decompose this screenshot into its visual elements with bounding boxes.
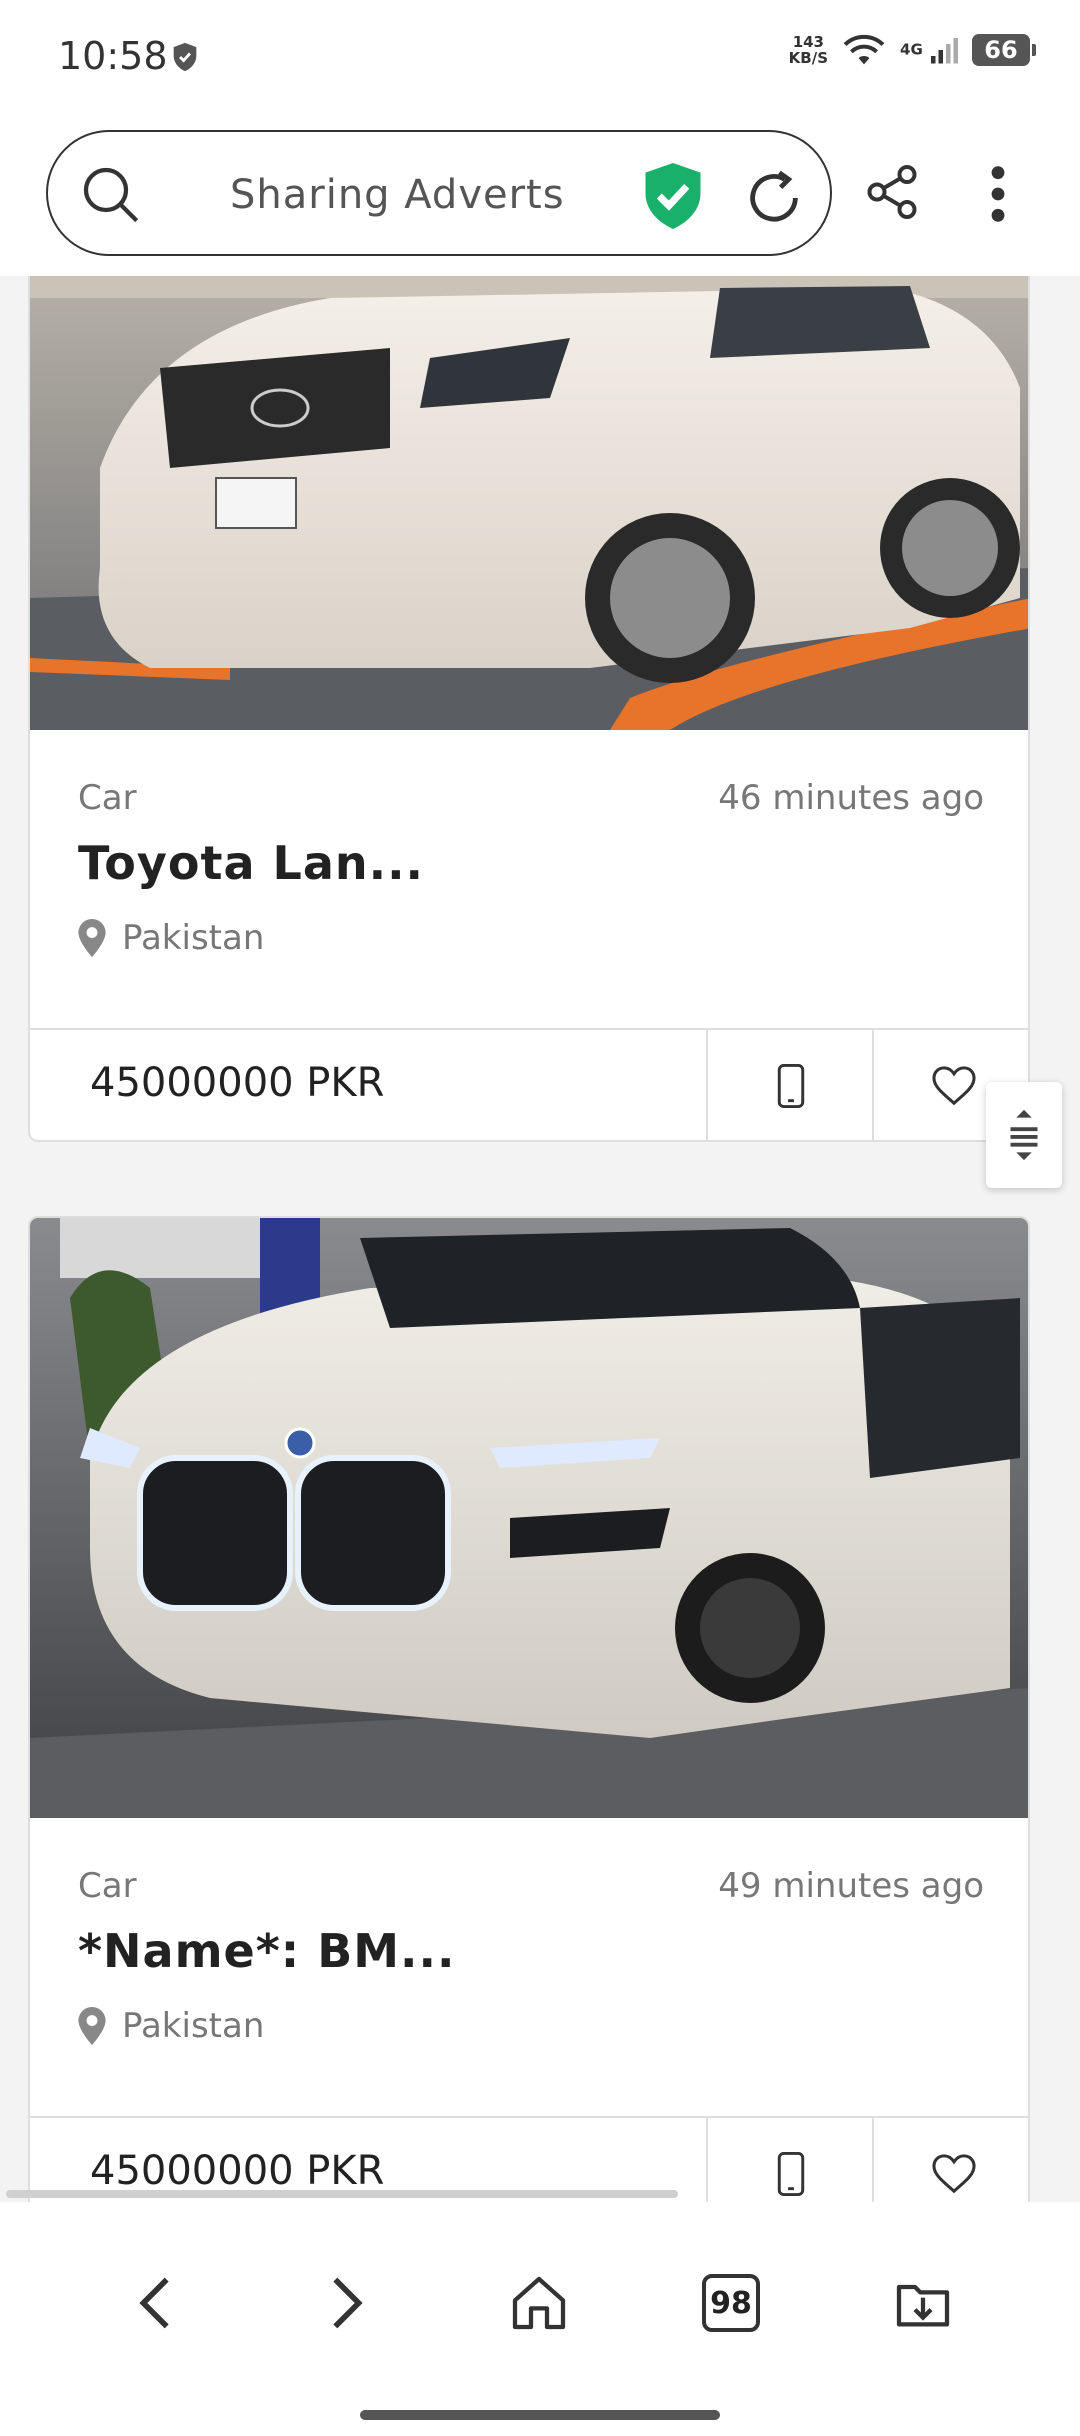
listing-price: 45000000 PKR [90, 1060, 385, 1106]
listing-price: 45000000 PKR [90, 2148, 385, 2194]
downloads-button[interactable] [878, 2258, 968, 2348]
listing-time: 46 minutes ago [718, 778, 984, 818]
forward-button[interactable] [302, 2258, 392, 2348]
listing-photo-toyota[interactable] [30, 276, 1030, 730]
horizontal-scroll-indicator [6, 2190, 678, 2198]
network-speed: 143 KB/S [789, 34, 828, 66]
phone-icon [777, 2152, 805, 2196]
listing-title[interactable]: Toyota Lan... [78, 836, 424, 890]
listing-location: Pakistan [78, 2006, 264, 2046]
shield-check-icon[interactable] [640, 160, 706, 232]
back-icon [139, 2277, 169, 2329]
speed-unit: KB/S [788, 49, 829, 67]
speed-value: 143 [792, 33, 824, 51]
home-icon [512, 2276, 566, 2330]
location-pin-icon [78, 2007, 106, 2045]
location-text: Pakistan [122, 918, 265, 958]
share-icon[interactable] [862, 160, 922, 224]
listing-card[interactable]: Car 46 minutes ago Toyota Lan... Pakista… [28, 276, 1030, 1142]
listing-info[interactable]: Car 46 minutes ago Toyota Lan... Pakista… [30, 730, 1028, 1030]
status-indicators: 143 KB/S 4G 66 [789, 32, 1036, 68]
status-bar: 10:58 143 KB/S 4G 66 [0, 0, 1080, 110]
back-button[interactable] [110, 2258, 200, 2348]
signal-bars-icon [931, 38, 958, 64]
tabs-icon: 98 [702, 2274, 760, 2332]
tabs-button[interactable]: 98 [686, 2258, 776, 2348]
heart-icon [932, 2154, 976, 2194]
status-time: 10:58 [58, 34, 168, 78]
listing-title[interactable]: *Name*: BM... [78, 1924, 455, 1978]
call-button[interactable] [706, 1030, 874, 1140]
listing-info[interactable]: Car 49 minutes ago *Name*: BM... Pakista… [30, 1818, 1028, 2118]
heart-icon [932, 1066, 976, 1106]
wifi-icon [843, 34, 885, 65]
cellular-signal: 4G [900, 35, 958, 65]
reload-icon[interactable] [742, 166, 806, 230]
forward-icon [333, 2277, 363, 2329]
listing-category: Car [78, 1866, 137, 1906]
address-text[interactable]: Sharing Adverts [230, 172, 565, 218]
listing-category: Car [78, 778, 137, 818]
more-vert-icon[interactable] [978, 162, 1018, 226]
gesture-bar[interactable] [360, 2410, 720, 2420]
browser-toolbar: Sharing Adverts [0, 110, 1080, 276]
listing-card[interactable]: Car 49 minutes ago *Name*: BM... Pakista… [28, 1216, 1030, 2202]
tabs-count: 98 [710, 2285, 752, 2321]
battery-level: 66 [984, 36, 1018, 64]
downloads-icon [896, 2284, 950, 2327]
listing-photo-bmw[interactable] [30, 1218, 1030, 1818]
drag-handle-icon [1010, 1109, 1038, 1161]
listing-actions: 45000000 PKR [30, 1028, 1028, 1140]
phone-icon [777, 1064, 805, 1108]
search-icon[interactable] [78, 162, 142, 226]
location-pin-icon [78, 919, 106, 957]
home-button[interactable] [494, 2258, 584, 2348]
battery-indicator: 66 [972, 34, 1036, 66]
network-type: 4G [900, 40, 923, 59]
favorite-button[interactable] [872, 2118, 1028, 2202]
browser-bottom-nav: 98 [0, 2202, 1080, 2436]
location-text: Pakistan [122, 2006, 265, 2046]
security-shield-icon [173, 42, 197, 72]
listing-location: Pakistan [78, 918, 264, 958]
listing-time: 49 minutes ago [718, 1866, 984, 1906]
scroll-handle[interactable] [986, 1082, 1062, 1188]
address-bar[interactable]: Sharing Adverts [46, 130, 832, 256]
call-button[interactable] [706, 2118, 874, 2202]
listings-feed[interactable]: Car 46 minutes ago Toyota Lan... Pakista… [0, 276, 1080, 2202]
